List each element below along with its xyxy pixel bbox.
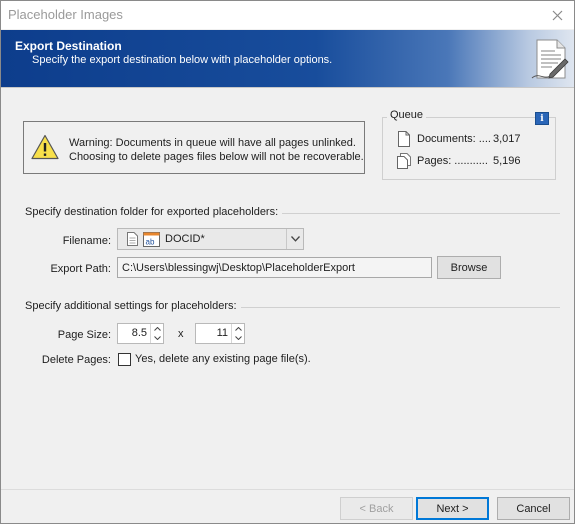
close-icon bbox=[552, 10, 562, 20]
spin-arrows bbox=[231, 324, 244, 343]
document-icon bbox=[127, 232, 138, 246]
warning-triangle-icon bbox=[31, 134, 59, 160]
footer-bar: < Back Next > Cancel bbox=[1, 489, 574, 523]
window-title: Placeholder Images bbox=[8, 7, 123, 22]
title-bar: Placeholder Images bbox=[1, 1, 574, 29]
banner-divider bbox=[1, 87, 574, 88]
settings-section-label: Specify additional settings for placehol… bbox=[25, 300, 241, 312]
warning-box: Warning: Documents in queue will have al… bbox=[23, 121, 365, 174]
dropdown-button[interactable] bbox=[286, 229, 303, 249]
dimension-separator: x bbox=[178, 328, 184, 340]
dialog-window: Placeholder Images Export Destination Sp… bbox=[0, 0, 575, 524]
documents-count: 3,017 bbox=[493, 133, 521, 145]
cancel-button[interactable]: Cancel bbox=[497, 497, 570, 520]
pages-icon bbox=[397, 153, 411, 169]
page-width-spinner[interactable]: 8.5 bbox=[117, 323, 164, 344]
queue-group bbox=[382, 117, 556, 180]
delete-pages-checkbox-label[interactable]: Yes, delete any existing page file(s). bbox=[135, 353, 311, 365]
page-height-spinner[interactable]: 11 bbox=[195, 323, 245, 344]
page-height-value: 11 bbox=[216, 327, 228, 339]
width-decrement-button[interactable] bbox=[151, 333, 163, 342]
export-path-input[interactable] bbox=[117, 257, 432, 278]
spin-arrows bbox=[150, 324, 163, 343]
info-icon[interactable]: i bbox=[535, 112, 549, 125]
chevron-down-icon bbox=[153, 335, 161, 340]
next-button[interactable]: Next > bbox=[416, 497, 489, 520]
header-banner: Export Destination Specify the export de… bbox=[1, 30, 574, 87]
pages-count: 5,196 bbox=[493, 155, 521, 167]
filename-dropdown[interactable]: ab DOCID* bbox=[117, 228, 304, 250]
svg-text:ab: ab bbox=[146, 238, 155, 247]
queue-label: Queue bbox=[387, 109, 427, 121]
chevron-up-icon bbox=[234, 326, 242, 331]
browse-button[interactable]: Browse bbox=[437, 256, 501, 279]
width-increment-button[interactable] bbox=[151, 324, 163, 333]
page-width-value: 8.5 bbox=[131, 327, 147, 339]
document-icon bbox=[398, 131, 410, 147]
page-size-label: Page Size: bbox=[57, 329, 111, 341]
chevron-down-icon bbox=[290, 236, 300, 242]
pages-label: Pages: ........... bbox=[417, 155, 488, 167]
banner-title: Export Destination bbox=[15, 39, 122, 53]
delete-pages-label: Delete Pages: bbox=[41, 354, 111, 366]
banner-subtitle: Specify the export destination below wit… bbox=[32, 54, 333, 66]
filename-label: Filename: bbox=[62, 235, 111, 247]
text-field-icon: ab bbox=[143, 232, 160, 247]
destination-section-label: Specify destination folder for exported … bbox=[25, 206, 283, 218]
documents-label: Documents: .... bbox=[417, 133, 491, 145]
back-button[interactable]: < Back bbox=[340, 497, 413, 520]
chevron-up-icon bbox=[153, 326, 161, 331]
warning-text-line1: Warning: Documents in queue will have al… bbox=[69, 137, 356, 149]
height-decrement-button[interactable] bbox=[232, 333, 244, 342]
chevron-down-icon bbox=[234, 335, 242, 340]
delete-pages-checkbox[interactable] bbox=[118, 353, 131, 366]
filename-value: DOCID* bbox=[165, 233, 205, 245]
close-button[interactable] bbox=[540, 1, 574, 29]
height-increment-button[interactable] bbox=[232, 324, 244, 333]
document-with-pen-icon bbox=[531, 39, 569, 79]
warning-text-line2: Choosing to delete pages files below wil… bbox=[69, 151, 364, 163]
export-path-label: Export Path: bbox=[50, 263, 111, 275]
